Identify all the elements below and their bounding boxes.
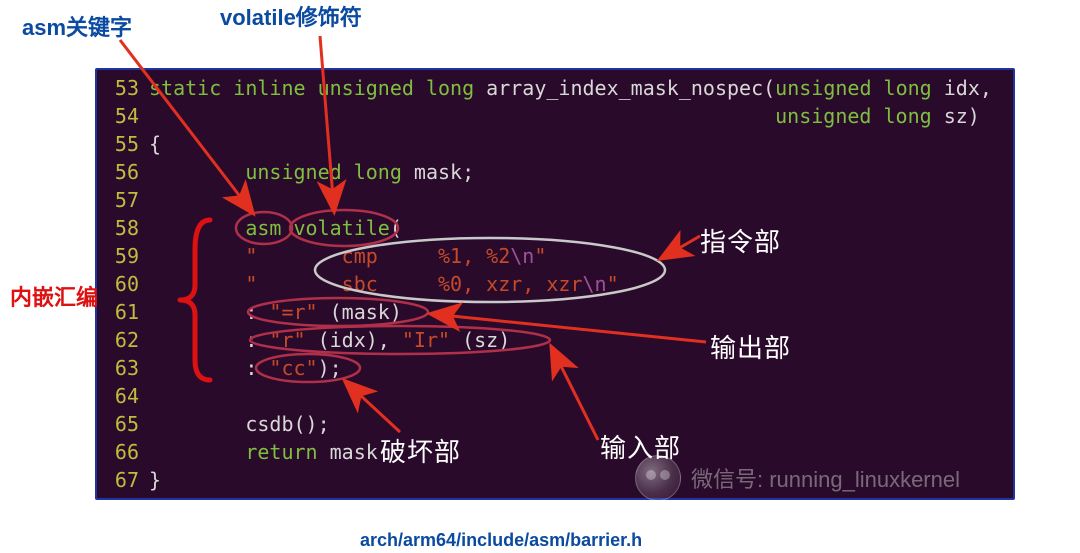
brace-close: } — [149, 468, 161, 492]
quote: " — [534, 244, 546, 268]
input-sz: (sz) — [450, 328, 510, 352]
return-mask: mask; — [318, 440, 390, 464]
type-long: long — [342, 160, 402, 184]
label-volatile-modifier: volatile修饰符 — [220, 0, 362, 32]
indent — [149, 272, 245, 296]
escape-n: \n — [510, 244, 534, 268]
watermark-text: 微信号: running_linuxkernel — [691, 462, 960, 494]
indent: : — [149, 328, 269, 352]
code-block: 53static inline unsigned long array_inde… — [95, 68, 1015, 500]
indent — [149, 216, 245, 240]
line-number: 65 — [97, 410, 149, 438]
escape-n: \n — [582, 272, 606, 296]
param-sz: sz) — [932, 104, 980, 128]
label-clobber-section: 破坏部 — [380, 432, 461, 469]
input-constraint-ir: "Ir" — [402, 328, 450, 352]
line-number: 53 — [97, 74, 149, 102]
keyword-volatile: volatile — [294, 216, 390, 240]
quote: " — [245, 244, 257, 268]
line-number: 60 — [97, 270, 149, 298]
source-path: arch/arm64/include/asm/barrier.h — [360, 530, 642, 551]
line-number: 54 — [97, 102, 149, 130]
line-number: 64 — [97, 382, 149, 410]
line-number: 67 — [97, 466, 149, 494]
output-var: (mask) — [318, 300, 402, 324]
indent: : — [149, 356, 269, 380]
watermark: 微信号: running_linuxkernel — [635, 455, 960, 501]
type-unsigned: unsigned — [306, 76, 414, 100]
indent — [149, 412, 245, 436]
type-unsigned: unsigned — [245, 160, 341, 184]
label-instruction-section: 指令部 — [700, 222, 781, 259]
quote: " — [607, 272, 619, 296]
indent — [149, 104, 775, 128]
asm-sbc: sbc %0, xzr, xzr — [257, 272, 582, 296]
clobber-cc: "cc" — [269, 356, 317, 380]
wechat-icon — [635, 455, 681, 501]
line-number: 56 — [97, 158, 149, 186]
input-idx: (idx), — [306, 328, 402, 352]
line-number: 66 — [97, 438, 149, 466]
input-constraint-r: "r" — [269, 328, 305, 352]
function-name: array_index_mask_nospec( — [474, 76, 775, 100]
asm-cmp: cmp %1, %2 — [257, 244, 510, 268]
output-constraint: "=r" — [269, 300, 317, 324]
indent — [149, 244, 245, 268]
indent — [149, 440, 245, 464]
line-number: 58 — [97, 214, 149, 242]
indent: : — [149, 300, 269, 324]
keyword-inline: inline — [221, 76, 305, 100]
indent — [149, 160, 245, 184]
asm-end: ); — [318, 356, 342, 380]
type-long: long — [872, 76, 932, 100]
line-number: 62 — [97, 326, 149, 354]
type-unsigned: unsigned — [775, 104, 871, 128]
paren-open: ( — [390, 216, 402, 240]
space — [281, 216, 293, 240]
line-number: 63 — [97, 354, 149, 382]
param-idx: idx, — [932, 76, 992, 100]
line-number: 61 — [97, 298, 149, 326]
keyword-asm: asm — [245, 216, 281, 240]
type-unsigned: unsigned — [775, 76, 871, 100]
label-asm-keyword: asm关键字 — [22, 10, 132, 42]
line-number: 59 — [97, 242, 149, 270]
type-long: long — [871, 104, 931, 128]
var-mask: mask; — [402, 160, 474, 184]
call-csdb: csdb(); — [245, 412, 329, 436]
label-inline-asm: 内嵌汇编 — [10, 280, 98, 312]
line-number: 55 — [97, 130, 149, 158]
line-number: 57 — [97, 186, 149, 214]
quote: " — [245, 272, 257, 296]
keyword-static: static — [149, 76, 221, 100]
type-long: long — [414, 76, 474, 100]
keyword-return: return — [245, 440, 317, 464]
brace-open: { — [149, 132, 161, 156]
label-output-section: 输出部 — [710, 328, 791, 365]
